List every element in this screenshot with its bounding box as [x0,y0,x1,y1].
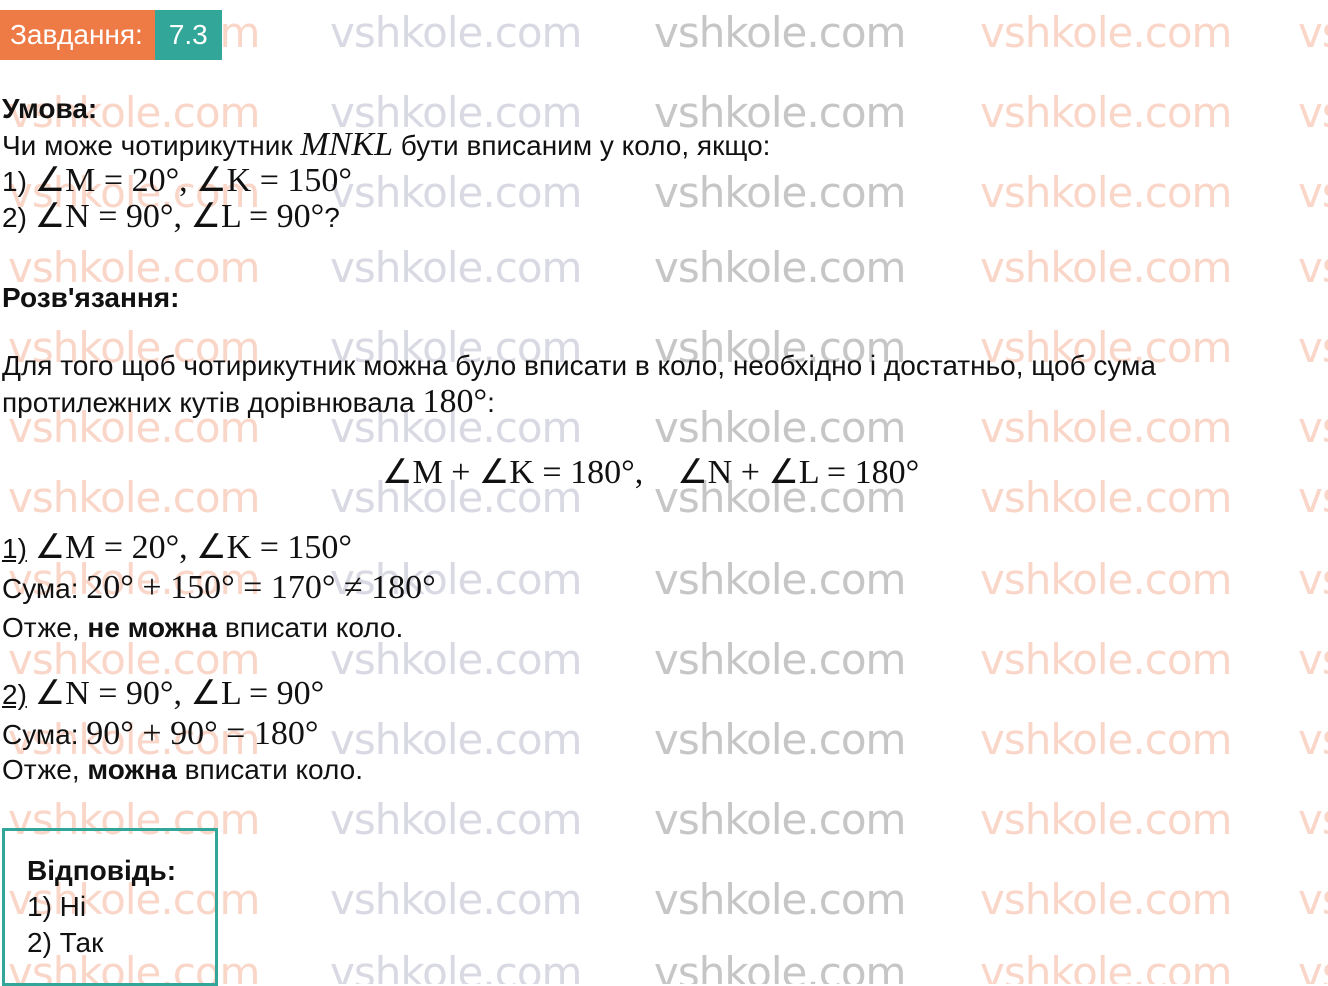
condition-question: Чи може чотирикутник MNKL бути вписаним … [2,127,770,164]
answer-heading: Відповідь: [27,855,177,886]
case-1-sum: Сума: 20° + 150° = 170° ≠ 180° [2,570,436,607]
case-2-title: 2) ∠N = 90°, ∠L = 90° [2,676,324,713]
solution-intro-line-2: протилежних кутів дорівнювала 180°: [2,384,495,421]
task-header: Завдання: 7.3 [0,10,222,60]
question-variable: MNKL [300,126,394,163]
item-number: 2) [2,202,27,233]
conclusion-prefix: Отже, [2,612,80,643]
conclusion-prefix: Отже, [2,754,80,785]
task-label: Завдання: [0,10,155,60]
case-1-title: 1) ∠M = 20°, ∠K = 150° [2,530,352,567]
item-number: 1) [2,166,27,197]
question-prefix: Чи може чотирикутник [2,130,293,161]
task-number: 7.3 [154,10,222,60]
conclusion-suffix: вписати коло. [224,612,404,643]
case-number: 2) [2,679,27,710]
task-page: Завдання: 7.3 Умова: Чи може чотирикутни… [0,0,1328,986]
answer-line-1: 1) Ні [27,891,87,922]
intro-math: 180° [422,383,488,420]
case-number: 1) [2,533,27,564]
intro-colon: : [487,387,495,418]
conclusion-emphasis: не можна [87,612,218,643]
case-2-conclusion: Отже, можна вписати коло. [2,752,363,788]
intro-text: протилежних кутів дорівнювала [2,387,415,418]
sum-math: 90° + 90° = 180° [86,715,319,752]
sum-label: Сума: [2,719,79,750]
sum-label: Сума: [2,573,79,604]
case-math: ∠N = 90°, ∠L = 90° [34,675,325,712]
case-1-conclusion: Отже, не можна вписати коло. [2,610,403,646]
condition-item-1: 1) ∠M = 20°, ∠K = 150° [2,163,352,200]
answer-line-2: 2) Так [27,927,104,958]
item-question-mark: ? [324,202,340,233]
condition-item-2: 2) ∠N = 90°, ∠L = 90°? [2,199,340,236]
solution-intro-line-1: Для того щоб чотирикутник можна було впи… [2,350,1156,381]
item-math: ∠M = 20°, ∠K = 150° [34,162,352,199]
solution-formula: ∠M + ∠K = 180°, ∠N + ∠L = 180° [382,454,920,491]
answer-box: Відповідь: 1) Ні 2) Так [2,828,218,986]
sum-math: 20° + 150° = 170° ≠ 180° [86,569,436,606]
question-suffix: бути вписаним у коло, якщо: [400,130,771,161]
conclusion-emphasis: можна [87,754,177,785]
solution-heading: Розв'язання: [2,282,180,313]
item-math: ∠N = 90°, ∠L = 90° [34,198,325,235]
conclusion-suffix: вписати коло. [184,754,364,785]
condition-heading: Умова: [2,93,98,124]
case-2-sum: Сума: 90° + 90° = 180° [2,716,318,753]
case-math: ∠M = 20°, ∠K = 150° [34,529,352,566]
